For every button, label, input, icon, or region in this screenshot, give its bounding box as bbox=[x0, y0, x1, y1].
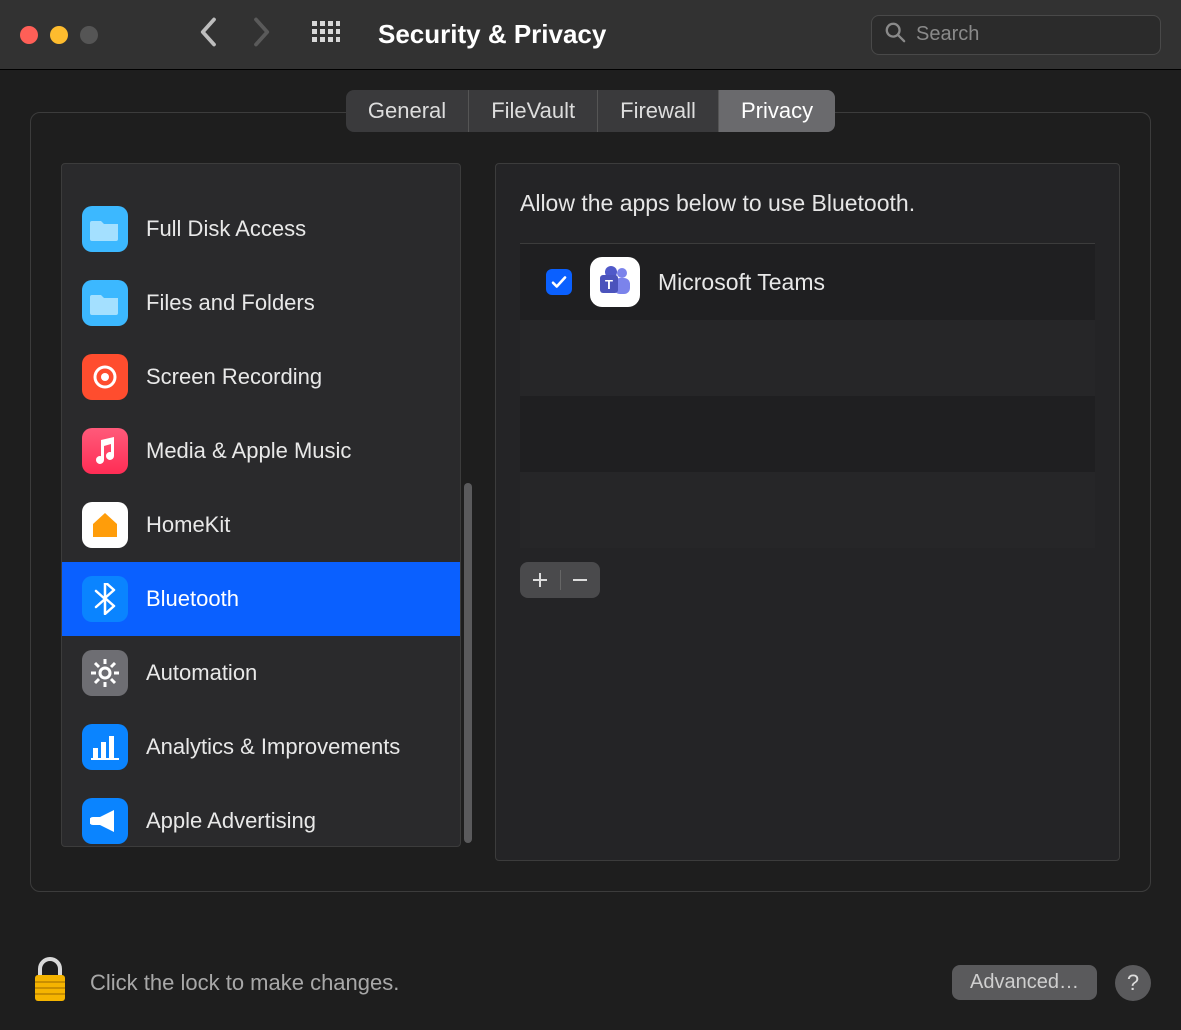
sidebar-item-screen-recording[interactable]: Screen Recording bbox=[62, 340, 460, 414]
lock-hint-text: Click the lock to make changes. bbox=[90, 970, 952, 996]
music-icon bbox=[82, 428, 128, 474]
sidebar-scrollbar[interactable] bbox=[461, 163, 475, 847]
search-icon bbox=[884, 21, 906, 48]
sidebar-item-label: Screen Recording bbox=[146, 364, 322, 390]
main-pane: Full Disk Access Files and Folders Scree… bbox=[30, 112, 1151, 892]
minimize-window-button[interactable] bbox=[50, 26, 68, 44]
tab-filevault[interactable]: FileVault bbox=[469, 90, 598, 132]
app-row-empty bbox=[520, 472, 1095, 548]
window-controls bbox=[20, 26, 98, 44]
help-button[interactable]: ? bbox=[1115, 965, 1151, 1001]
folder-icon bbox=[82, 206, 128, 252]
show-all-prefs-button[interactable] bbox=[312, 21, 340, 49]
sidebar-item-label: Analytics & Improvements bbox=[146, 734, 400, 760]
titlebar: Security & Privacy bbox=[0, 0, 1181, 70]
sidebar-item-analytics[interactable]: Analytics & Improvements bbox=[62, 710, 460, 784]
close-window-button[interactable] bbox=[20, 26, 38, 44]
sidebar-item-files-and-folders[interactable]: Files and Folders bbox=[62, 266, 460, 340]
nav-arrows bbox=[198, 17, 272, 52]
tab-general[interactable]: General bbox=[346, 90, 469, 132]
sidebar-item-media-apple-music[interactable]: Media & Apple Music bbox=[62, 414, 460, 488]
sidebar-item-homekit[interactable]: HomeKit bbox=[62, 488, 460, 562]
sidebar-scrollbar-thumb[interactable] bbox=[464, 483, 472, 843]
tab-privacy[interactable]: Privacy bbox=[719, 90, 835, 132]
bars-icon bbox=[82, 724, 128, 770]
sidebar-item-full-disk-access[interactable]: Full Disk Access bbox=[62, 192, 460, 266]
app-row-empty bbox=[520, 320, 1095, 396]
bluetooth-icon bbox=[82, 576, 128, 622]
lock-icon[interactable] bbox=[30, 955, 70, 1010]
sidebar-item-label: Automation bbox=[146, 660, 257, 686]
gear-icon bbox=[82, 650, 128, 696]
privacy-sidebar: Full Disk Access Files and Folders Scree… bbox=[61, 163, 461, 847]
record-icon bbox=[82, 354, 128, 400]
app-checkbox[interactable] bbox=[546, 269, 572, 295]
search-input[interactable] bbox=[916, 23, 1148, 46]
home-icon bbox=[82, 502, 128, 548]
app-list: T Microsoft Teams bbox=[520, 243, 1095, 548]
search-field[interactable] bbox=[871, 15, 1161, 55]
app-row-empty bbox=[520, 396, 1095, 472]
app-name: Microsoft Teams bbox=[658, 269, 825, 296]
detail-pane: Allow the apps below to use Bluetooth. T bbox=[495, 163, 1120, 861]
forward-button[interactable] bbox=[250, 17, 272, 52]
detail-heading: Allow the apps below to use Bluetooth. bbox=[520, 190, 1095, 217]
sidebar-item-label: Bluetooth bbox=[146, 586, 239, 612]
sidebar-item-label: Full Disk Access bbox=[146, 216, 306, 242]
sidebar-item-apple-advertising[interactable]: Apple Advertising bbox=[62, 784, 460, 847]
sidebar-item-label: HomeKit bbox=[146, 512, 230, 538]
folder-icon bbox=[82, 280, 128, 326]
footer: Click the lock to make changes. Advanced… bbox=[0, 955, 1181, 1010]
sidebar-item-label: Files and Folders bbox=[146, 290, 315, 316]
add-app-button[interactable] bbox=[520, 571, 560, 589]
zoom-window-button[interactable] bbox=[80, 26, 98, 44]
add-remove-control bbox=[520, 562, 600, 598]
sidebar-item-label: Media & Apple Music bbox=[146, 438, 351, 464]
back-button[interactable] bbox=[198, 17, 220, 52]
sidebar-item-bluetooth[interactable]: Bluetooth bbox=[62, 562, 460, 636]
app-row-microsoft-teams[interactable]: T Microsoft Teams bbox=[520, 244, 1095, 320]
svg-text:T: T bbox=[605, 277, 613, 292]
tab-firewall[interactable]: Firewall bbox=[598, 90, 719, 132]
remove-app-button[interactable] bbox=[561, 571, 601, 589]
megaphone-icon bbox=[82, 798, 128, 844]
sidebar-item-automation[interactable]: Automation bbox=[62, 636, 460, 710]
window-title: Security & Privacy bbox=[378, 19, 606, 50]
teams-icon: T bbox=[590, 257, 640, 307]
advanced-button[interactable]: Advanced… bbox=[952, 965, 1097, 1000]
sidebar-item-label: Apple Advertising bbox=[146, 808, 316, 834]
